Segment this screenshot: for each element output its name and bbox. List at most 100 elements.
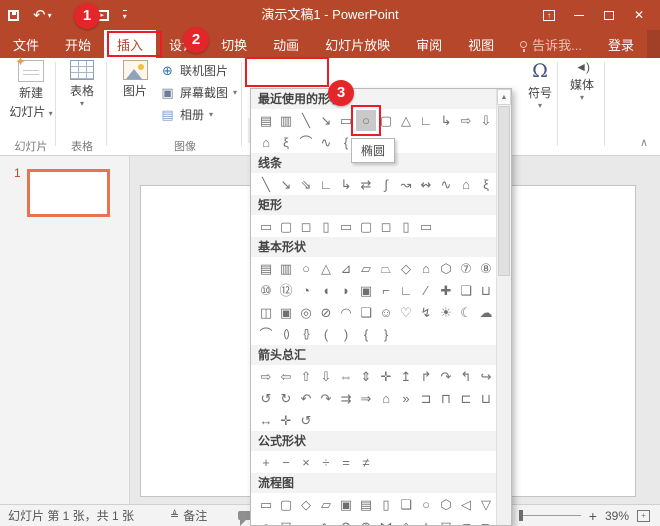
shape-document[interactable]: ▯ — [376, 494, 396, 515]
close-button[interactable]: ✕ — [624, 0, 654, 30]
shape-vertical-text-box[interactable]: ▥ — [276, 258, 296, 279]
shape-sort[interactable]: ◈ — [396, 516, 416, 526]
zoom-in-button[interactable]: + — [589, 508, 597, 524]
shape-curved-arrow-connector[interactable]: ↝ — [396, 174, 416, 195]
collapse-ribbon-button[interactable]: ∧ — [640, 136, 648, 149]
shape-arc[interactable]: ⌒ — [296, 132, 316, 153]
shape-oval[interactable]: ○ — [296, 258, 316, 279]
shape-left-up-arrow[interactable]: ↰ — [456, 366, 476, 387]
shape-chord[interactable]: ◖ — [316, 280, 336, 301]
shape-block-arc[interactable]: ◠ — [336, 302, 356, 323]
shape-round-diagonal[interactable]: ▭ — [416, 216, 436, 237]
shape-half-frame[interactable]: ⌐ — [376, 280, 396, 301]
screenshot-button[interactable]: ▣屏幕截图▾ — [160, 84, 237, 101]
shape-plaque[interactable]: ❏ — [456, 280, 476, 301]
shape-cross[interactable]: ✚ — [436, 280, 456, 301]
shape-hexagon[interactable]: ⬡ — [436, 258, 456, 279]
minimize-button[interactable] — [564, 0, 594, 30]
shape-left-right-arrow-callout[interactable]: ↔ — [256, 410, 276, 431]
shape-not-equal[interactable]: ≠ — [356, 452, 376, 473]
shape-heart[interactable]: ♡ — [396, 302, 416, 323]
shape-left-right-arrow[interactable]: ⇔ — [336, 366, 356, 387]
shape-process[interactable]: ▭ — [256, 494, 276, 515]
shape-rounded-rectangle[interactable]: ▢ — [276, 216, 296, 237]
shape-diamond[interactable]: ◇ — [396, 258, 416, 279]
shape-off-page-connector[interactable]: ▽ — [276, 516, 296, 526]
shape-regular-pentagon[interactable]: ⌂ — [416, 258, 436, 279]
shape-line-arrow[interactable]: ↘ — [276, 174, 296, 195]
shape-curved-double-arrow-connector[interactable]: ↭ — [416, 174, 436, 195]
shape-rectangle[interactable]: ▭ — [256, 216, 276, 237]
symbols-button[interactable]: Ω 符号 ▾ — [522, 60, 558, 109]
zoom-slider[interactable] — [519, 515, 581, 516]
shape-arc[interactable]: ⌒ — [256, 324, 276, 345]
shape-elbow-connector[interactable]: ∟ — [316, 174, 336, 195]
fit-slide-to-window-icon[interactable]: + — [637, 510, 650, 522]
shape-elbow-connector[interactable]: ∟ — [416, 110, 436, 131]
shape-line[interactable]: ╲ — [296, 110, 316, 131]
shape-h-text-box[interactable]: ▤ — [256, 110, 276, 131]
shape-moon[interactable]: ☾ — [456, 302, 476, 323]
shape-division[interactable]: ÷ — [316, 452, 336, 473]
shape-heptagon[interactable]: ⑦ — [456, 258, 476, 279]
zoom-level[interactable]: 39% — [605, 509, 629, 523]
shape-snip-diagonal[interactable]: ▭ — [336, 216, 356, 237]
tab-signin[interactable]: 登录 — [595, 30, 647, 58]
shape-internal-storage[interactable]: ▤ — [356, 494, 376, 515]
shape-multiply[interactable]: × — [296, 452, 316, 473]
shape-v-text-box[interactable]: ▥ — [276, 110, 296, 131]
shape-manual-input[interactable]: ◁ — [456, 494, 476, 515]
scrollbar-up-icon[interactable]: ▲ — [497, 89, 511, 105]
new-slide-button[interactable]: 新建 幻灯片 ▾ — [8, 60, 54, 120]
shape-scribble[interactable]: ξ — [476, 174, 496, 195]
scrollbar-thumb[interactable] — [498, 106, 510, 276]
tab-slideshow[interactable]: 幻灯片放映 — [312, 30, 403, 58]
shape-summing-junction[interactable]: ⊗ — [336, 516, 356, 526]
shape-up-down-arrow[interactable]: ⇕ — [356, 366, 376, 387]
shape-bevel[interactable]: ▣ — [276, 302, 296, 323]
shape-elbow-arrow-connector[interactable]: ↳ — [336, 174, 356, 195]
shape-down-arrow[interactable]: ⇩ — [316, 366, 336, 387]
shape-up-arrow-callout[interactable]: ⊔ — [476, 388, 496, 409]
shape-notched-right-arrow[interactable]: ⇒ — [356, 388, 376, 409]
shape-preparation[interactable]: ⬡ — [436, 494, 456, 515]
shape-curved-left-arrow[interactable]: ↻ — [276, 388, 296, 409]
shape-folded-corner[interactable]: ❏ — [356, 302, 376, 323]
shape-diagonal-stripe[interactable]: ∕ — [416, 280, 436, 301]
shape-no-symbol[interactable]: ⊘ — [316, 302, 336, 323]
shape-collate[interactable]: ⋈ — [376, 516, 396, 526]
media-button[interactable]: ◄) 媒体 ▾ — [562, 60, 602, 101]
ribbon-display-options-button[interactable]: ↑ — [534, 0, 564, 30]
shape-data[interactable]: ▱ — [316, 494, 336, 515]
shape-quad-arrow[interactable]: ✛ — [376, 366, 396, 387]
tab-share[interactable]: 共享 — [647, 30, 660, 58]
shape-teardrop[interactable]: ◗ — [336, 280, 356, 301]
shape-left-brace[interactable]: { — [356, 324, 376, 345]
shape-right-triangle[interactable]: ⊿ — [336, 258, 356, 279]
shape-trapezoid[interactable]: ⏢ — [376, 258, 396, 279]
shape-predefined-process[interactable]: ▣ — [336, 494, 356, 515]
shape-oval[interactable]: ○ — [356, 110, 376, 131]
shape-dodecagon[interactable]: ⑫ — [276, 280, 296, 301]
shape-minus[interactable]: − — [276, 452, 296, 473]
shape-freeform[interactable]: ⌂ — [456, 174, 476, 195]
shape-donut[interactable]: ◎ — [296, 302, 316, 323]
shape-striped-right-arrow[interactable]: ⇉ — [336, 388, 356, 409]
tab-review[interactable]: 审阅 — [403, 30, 455, 58]
shape-card[interactable]: ▭ — [296, 516, 316, 526]
shape-rounded-rectangle[interactable]: ▢ — [376, 110, 396, 131]
shape-curved-right-arrow[interactable]: ↺ — [256, 388, 276, 409]
shape-right-arrow[interactable]: ⇨ — [256, 366, 276, 387]
shape-isoceles-triangle[interactable]: △ — [316, 258, 336, 279]
shape-line-double-arrow[interactable]: ⇘ — [296, 174, 316, 195]
shape-equal[interactable]: = — [336, 452, 356, 473]
shape-isoceles-triangle[interactable]: △ — [396, 110, 416, 131]
shape-plus[interactable]: + — [256, 452, 276, 473]
shape-bent-arrow[interactable]: ↱ — [416, 366, 436, 387]
shape-punched-tape[interactable]: ∿ — [316, 516, 336, 526]
shape-double-brace[interactable]: {} — [296, 324, 316, 345]
shape-sun[interactable]: ☀ — [436, 302, 456, 323]
tab-file[interactable]: 文件 — [0, 30, 52, 58]
shape-smiley-face[interactable]: ☺ — [376, 302, 396, 323]
shape-elbow-arrow-connector[interactable]: ↳ — [436, 110, 456, 131]
